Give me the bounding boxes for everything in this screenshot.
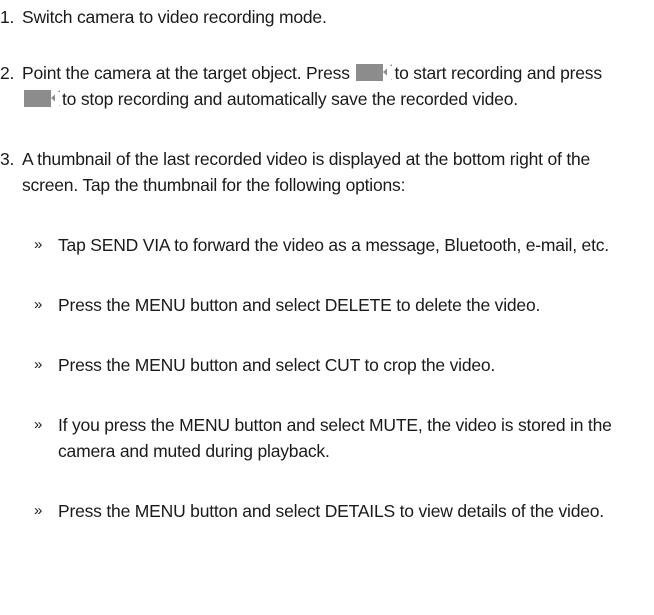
step-text-part: to start recording and press xyxy=(394,63,602,83)
option-details: » Press the MENU button and select DETAI… xyxy=(0,498,644,524)
step-2: 2. Point the camera at the target object… xyxy=(0,60,644,112)
bullet-mark: » xyxy=(34,502,43,519)
step-text: A thumbnail of the last recorded video i… xyxy=(22,149,591,195)
step-text-part: to stop recording and automatically save… xyxy=(62,89,518,109)
option-mute: » If you press the MENU button and selec… xyxy=(0,412,644,464)
record-button-icon xyxy=(356,64,394,81)
step-3: 3. A thumbnail of the last recorded vide… xyxy=(0,146,644,198)
step-number: 3. xyxy=(0,149,15,169)
bullet-mark: » xyxy=(34,236,43,253)
step-number: 1. xyxy=(0,7,15,27)
option-text: Press the MENU button and select DELETE … xyxy=(58,295,541,315)
step-1: 1. Switch camera to video recording mode… xyxy=(0,4,644,30)
option-text: Tap SEND VIA to forward the video as a m… xyxy=(58,235,609,255)
step-text: Point the camera at the target object. P… xyxy=(22,60,644,112)
option-text: Press the MENU button and select DETAILS… xyxy=(58,501,604,521)
option-delete: » Press the MENU button and select DELET… xyxy=(0,292,644,318)
step-text-part: Point the camera at the target object. P… xyxy=(22,63,350,83)
step-number: 2. xyxy=(0,63,15,83)
bullet-mark: » xyxy=(34,356,43,373)
option-text: If you press the MENU button and select … xyxy=(58,415,612,461)
option-send-via: » Tap SEND VIA to forward the video as a… xyxy=(0,232,644,258)
record-button-icon xyxy=(24,90,61,107)
bullet-mark: » xyxy=(34,416,43,433)
option-cut: » Press the MENU button and select CUT t… xyxy=(0,352,644,378)
step-text: Switch camera to video recording mode. xyxy=(22,7,327,27)
option-text: Press the MENU button and select CUT to … xyxy=(58,355,496,375)
document-page: 1. Switch camera to video recording mode… xyxy=(0,0,654,615)
bullet-mark: » xyxy=(34,296,43,313)
